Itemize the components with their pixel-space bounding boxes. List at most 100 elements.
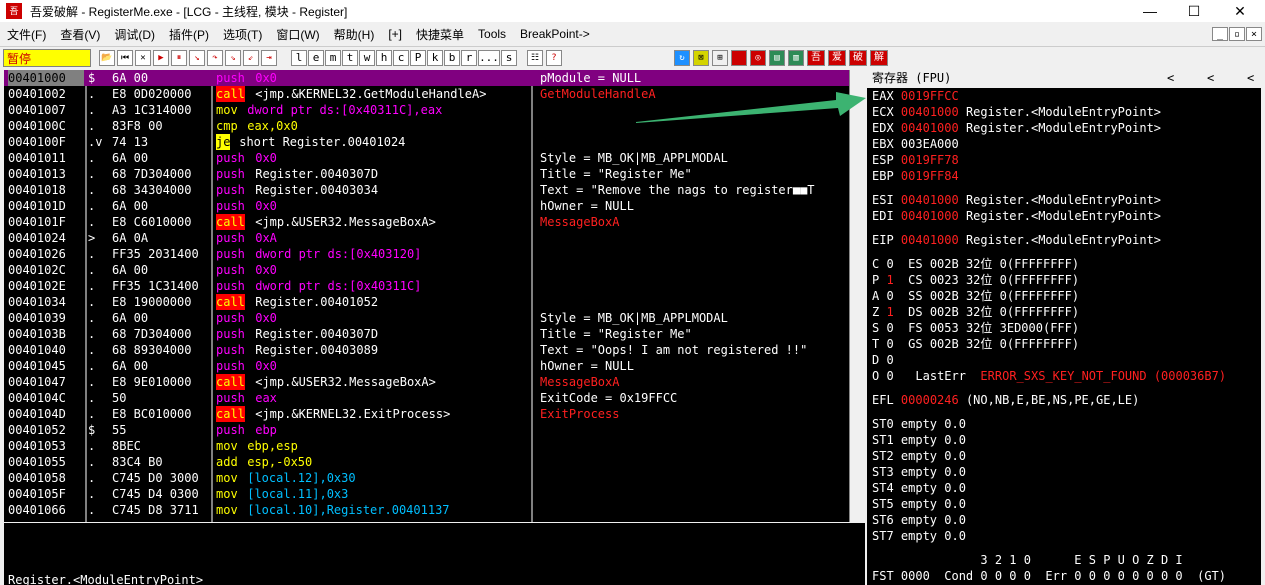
- disasm-row[interactable]: 00401052 $55 push ebp: [4, 422, 865, 438]
- flag-value[interactable]: 1: [886, 273, 893, 287]
- disasm-row[interactable]: 0040100F .v 74 13 je short Register.0040102…: [4, 134, 865, 150]
- menu-item[interactable]: 文件(F): [0, 26, 53, 43]
- toolbar-letter-button[interactable]: P: [410, 49, 426, 66]
- toolbar-letter-button[interactable]: l: [291, 49, 307, 66]
- disasm-row[interactable]: 0040101F. E8 C6010000 call <jmp.&USER32.Me…: [4, 214, 865, 230]
- register-value[interactable]: 00401000: [901, 209, 959, 223]
- plugin-icon[interactable]: ↻: [674, 49, 690, 66]
- menu-item[interactable]: 帮助(H): [327, 26, 382, 43]
- disasm-row[interactable]: 0040102E. FF35 1C31400 push dword ptr ds:[…: [4, 278, 865, 294]
- toolbar-letter-button[interactable]: w: [359, 49, 375, 66]
- toolbar-letter-button[interactable]: s: [501, 49, 517, 66]
- efl-value[interactable]: 00000246: [901, 393, 959, 407]
- register-value[interactable]: 0019FF78: [901, 153, 959, 167]
- tile-icon[interactable]: ☷: [527, 49, 543, 66]
- disasm-row[interactable]: 00401055. 83C4 B0 add esp,-0x50: [4, 454, 865, 470]
- plugin-char-icon[interactable]: 破: [849, 49, 867, 66]
- step-over-icon[interactable]: ↷: [207, 49, 223, 66]
- flag-value[interactable]: 0: [886, 353, 893, 367]
- toolbar-letter-button[interactable]: r: [461, 49, 477, 66]
- pause-icon[interactable]: ⏸: [171, 49, 187, 66]
- flag-row[interactable]: O 0 LastErr ERROR_SXS_KEY_NOT_FOUND (000…: [867, 368, 1261, 384]
- toolbar-letter-button[interactable]: b: [444, 49, 460, 66]
- flag-value[interactable]: 0: [886, 289, 893, 303]
- close-icon[interactable]: ✕: [135, 49, 151, 66]
- fpu-st-row[interactable]: ST5 empty 0.0: [867, 496, 1261, 512]
- fpu-st-row[interactable]: ST6 empty 0.0: [867, 512, 1261, 528]
- register-value[interactable]: 00401000: [901, 233, 959, 247]
- toolbar-letter-button[interactable]: k: [427, 49, 443, 66]
- register-ebp[interactable]: EBP 0019FF84: [867, 168, 1261, 184]
- register-nav-button[interactable]: <: [1167, 70, 1174, 86]
- disasm-row[interactable]: 0040104C. 50 push eax ExitCode = 0x19FFCC: [4, 390, 865, 406]
- disasm-row[interactable]: 00401034. E8 19000000 call Register.004010…: [4, 294, 865, 310]
- register-nav-button[interactable]: <: [1207, 70, 1214, 86]
- restart-icon[interactable]: ⏮: [117, 49, 133, 66]
- register-value[interactable]: 0019FF84: [901, 169, 959, 183]
- execute-till-return-icon[interactable]: ⇥: [261, 49, 277, 66]
- flag-row[interactable]: Z 1 DS 002B 32位 0(FFFFFFFF): [867, 304, 1261, 320]
- flag-value[interactable]: 0: [886, 321, 893, 335]
- menu-item[interactable]: 插件(P): [162, 26, 216, 43]
- disassembly-panel[interactable]: 00401000 $6A 00 push 0x0 pModule = NULL 0040…: [4, 70, 865, 522]
- menu-item[interactable]: Tools: [471, 27, 513, 41]
- disasm-row[interactable]: 00401013. 68 7D304000 push Register.004030…: [4, 166, 865, 182]
- register-value[interactable]: 00401000: [901, 105, 959, 119]
- help-icon[interactable]: ?: [546, 49, 562, 66]
- toolbar-letter-button[interactable]: h: [376, 49, 392, 66]
- register-edi[interactable]: EDI 00401000 Register.<ModuleEntryPoint>: [867, 208, 1261, 224]
- disasm-row[interactable]: 0040101D. 6A 00 push 0x0 hOwner = NULL: [4, 198, 865, 214]
- disassembly-scrollbar[interactable]: [849, 70, 865, 522]
- minimize-button[interactable]: —: [1127, 0, 1173, 22]
- disasm-row[interactable]: 00401011. 6A 00 push 0x0 Style = MB_OK|MB_A…: [4, 150, 865, 166]
- fpu-st-row[interactable]: ST0 empty 0.0: [867, 416, 1261, 432]
- mdi-minimize-button[interactable]: _: [1212, 27, 1228, 41]
- flag-value[interactable]: 1: [886, 305, 893, 319]
- disasm-row[interactable]: 00401024 >6A 0A push 0xA: [4, 230, 865, 246]
- plugin-icon[interactable]: ▥: [788, 49, 804, 66]
- register-eax[interactable]: EAX 0019FFCC: [867, 88, 1261, 104]
- fpu-st-row[interactable]: ST7 empty 0.0: [867, 528, 1261, 544]
- flag-row[interactable]: S 0 FS 0053 32位 3ED000(FFF): [867, 320, 1261, 336]
- disasm-row[interactable]: 0040102C. 6A 00 push 0x0: [4, 262, 865, 278]
- toolbar-letter-button[interactable]: ...: [478, 49, 500, 66]
- flag-value[interactable]: 0: [886, 257, 893, 271]
- menu-item[interactable]: 选项(T): [216, 26, 269, 43]
- register-eip[interactable]: EIP 00401000 Register.<ModuleEntryPoint>: [867, 232, 1261, 248]
- fpu-st-row[interactable]: ST3 empty 0.0: [867, 464, 1261, 480]
- disasm-row[interactable]: 0040105F. C745 D4 0300 mov [local.11],0x3: [4, 486, 865, 502]
- plugin-char-icon[interactable]: 爱: [828, 49, 846, 66]
- plugin-icon[interactable]: ⊞: [712, 49, 728, 66]
- flag-value[interactable]: 0: [886, 337, 893, 351]
- menu-item[interactable]: [+]: [381, 27, 409, 41]
- register-ebx[interactable]: EBX 003EA000: [867, 136, 1261, 152]
- menu-item[interactable]: 窗口(W): [269, 26, 326, 43]
- register-nav-button[interactable]: <: [1247, 70, 1254, 86]
- register-value[interactable]: 003EA000: [901, 137, 959, 151]
- disasm-row[interactable]: 00401040. 68 89304000 push Register.004030…: [4, 342, 865, 358]
- toolbar-letter-button[interactable]: m: [325, 49, 341, 66]
- register-ecx[interactable]: ECX 00401000 Register.<ModuleEntryPoint>: [867, 104, 1261, 120]
- fpu-st-row[interactable]: ST4 empty 0.0: [867, 480, 1261, 496]
- maximize-button[interactable]: ☐: [1171, 0, 1217, 22]
- toolbar-letter-button[interactable]: c: [393, 49, 409, 66]
- mdi-close-button[interactable]: ×: [1246, 27, 1262, 41]
- register-edx[interactable]: EDX 00401000 Register.<ModuleEntryPoint>: [867, 120, 1261, 136]
- fpu-st-row[interactable]: ST2 empty 0.0: [867, 448, 1261, 464]
- disasm-row[interactable]: 00401047. E8 9E010000 call <jmp.&USER32.Me…: [4, 374, 865, 390]
- flag-row[interactable]: C 0 ES 002B 32位 0(FFFFFFFF): [867, 256, 1261, 272]
- disasm-row[interactable]: 00401053. 8BEC mov ebp,esp: [4, 438, 865, 454]
- disasm-row[interactable]: 00401026. FF35 2031400 push dword ptr ds:[…: [4, 246, 865, 262]
- step-into-icon[interactable]: ↘: [189, 49, 205, 66]
- open-icon[interactable]: 📂: [99, 49, 115, 66]
- trace-over-icon[interactable]: ⇙: [243, 49, 259, 66]
- flag-value[interactable]: 0: [886, 369, 893, 383]
- close-button[interactable]: ✕: [1217, 0, 1263, 22]
- plugin-icon[interactable]: ●: [731, 49, 747, 66]
- trace-into-icon[interactable]: ⇘: [225, 49, 241, 66]
- menu-item[interactable]: BreakPoint->: [513, 27, 597, 41]
- registers-panel[interactable]: 寄存器 (FPU) < < < EAX 0019FFCC ECX 00401000 Re…: [867, 70, 1261, 585]
- register-value[interactable]: 00401000: [901, 193, 959, 207]
- flag-row[interactable]: P 1 CS 0023 32位 0(FFFFFFFF): [867, 272, 1261, 288]
- plugin-char-icon[interactable]: 吾: [807, 49, 825, 66]
